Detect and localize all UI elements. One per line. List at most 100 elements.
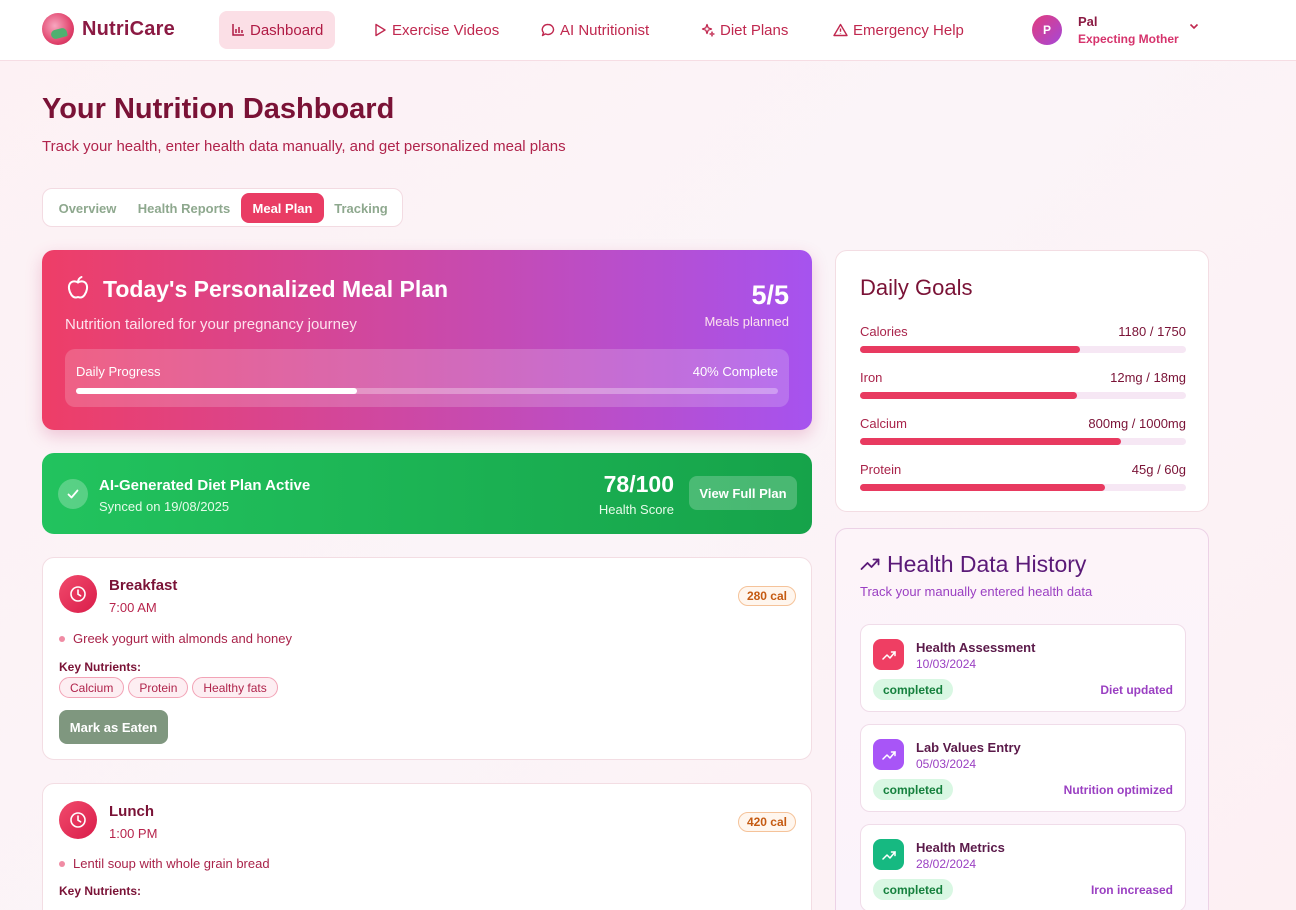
ai-plan-title: AI-Generated Diet Plan Active (99, 477, 311, 494)
nav-dashboard[interactable]: Dashboard (219, 11, 336, 49)
mark-as-eaten-button[interactable]: Mark as Eaten (59, 710, 168, 744)
meal-name: Lunch (109, 803, 154, 820)
nav-exercise-videos[interactable]: Exercise Videos (362, 11, 511, 49)
goal-label: Protein (860, 462, 902, 477)
ai-diet-plan-card: AI-Generated Diet Plan Active Synced on … (42, 453, 812, 534)
goal-protein: Protein 45g / 60g (860, 462, 1186, 492)
trending-up-icon (873, 839, 904, 870)
history-item-result: Diet updated (1100, 683, 1173, 697)
trending-up-icon (873, 639, 904, 670)
meal-food-item: Lentil soup with whole grain bread (59, 856, 270, 871)
meal-card-breakfast: Breakfast 7:00 AM 280 cal Greek yogurt w… (42, 557, 812, 760)
goal-track (860, 484, 1186, 491)
key-nutrients-label: Key Nutrients: (59, 660, 142, 674)
history-item-date: 05/03/2024 (916, 757, 977, 771)
nutrient-chip: Protein (128, 677, 189, 698)
nutrient-chip: Healthy fats (192, 677, 278, 698)
goal-value: 1180 / 1750 (1118, 324, 1186, 339)
nav-ai-nutritionist[interactable]: AI Nutritionist (529, 11, 661, 49)
status-badge: completed (873, 779, 954, 800)
nutrient-chips: Calcium Protein Healthy fats (59, 677, 282, 698)
health-score: 78/100 (603, 471, 674, 497)
goal-track (860, 438, 1186, 445)
play-icon (375, 23, 386, 37)
nav-emergency-help-label: Emergency Help (853, 21, 964, 39)
chat-bubble-icon (541, 23, 555, 37)
avatar: P (1032, 15, 1062, 45)
chevron-down-icon[interactable] (1188, 20, 1200, 32)
nav-diet-plans[interactable]: Diet Plans (689, 11, 800, 49)
hero-subtitle: Nutrition tailored for your pregnancy jo… (65, 316, 357, 333)
warning-icon (833, 23, 848, 37)
logo-icon (42, 13, 74, 45)
bullet-icon (59, 860, 65, 867)
goal-track (860, 392, 1186, 399)
goal-calories: Calories 1180 / 1750 (860, 324, 1186, 354)
trending-up-icon (860, 558, 880, 570)
history-item[interactable]: Lab Values Entry 05/03/2024 completed Nu… (860, 724, 1186, 812)
bullet-icon (59, 635, 65, 642)
health-score-label: Health Score (598, 502, 674, 517)
meal-food-text: Lentil soup with whole grain bread (73, 856, 270, 871)
history-item-result: Nutrition optimized (1063, 783, 1173, 797)
daily-goals-title: Daily Goals (860, 275, 973, 300)
progress-track (76, 388, 778, 394)
logo[interactable]: NutriCare (42, 13, 175, 45)
history-item-date: 10/03/2024 (916, 657, 977, 671)
status-badge: completed (873, 679, 954, 700)
status-badge: completed (873, 879, 954, 900)
clock-icon (59, 575, 97, 613)
tab-health-reports[interactable]: Health Reports (131, 193, 237, 223)
history-title: Health Data History (887, 551, 1087, 577)
goal-track (860, 346, 1186, 353)
goal-fill (860, 346, 1080, 353)
meal-plan-hero: Today's Personalized Meal Plan Nutrition… (42, 250, 812, 430)
goal-value: 12mg / 18mg (1110, 370, 1186, 385)
sparkles-icon (701, 23, 715, 37)
brand-name: NutriCare (82, 17, 175, 40)
calorie-badge: 280 cal (737, 586, 796, 606)
goal-label: Calories (860, 324, 908, 339)
goal-label: Iron (860, 370, 883, 385)
nav-diet-plans-label: Diet Plans (720, 21, 789, 39)
user-name: Pal (1078, 14, 1098, 29)
meal-name: Breakfast (109, 577, 178, 594)
goal-value: 45g / 60g (1131, 462, 1186, 477)
tab-tracking[interactable]: Tracking (327, 193, 395, 223)
goal-calcium: Calcium 800mg / 1000mg (860, 416, 1186, 446)
goal-fill (860, 392, 1078, 399)
tab-overview[interactable]: Overview (47, 193, 128, 223)
view-full-plan-button[interactable]: View Full Plan (689, 476, 797, 510)
history-item-title: Health Metrics (916, 840, 1005, 855)
clock-icon (59, 801, 97, 839)
calorie-badge: 420 cal (737, 812, 796, 832)
history-item[interactable]: Health Assessment 10/03/2024 completed D… (860, 624, 1186, 712)
tab-bar: Overview Health Reports Meal Plan Tracki… (42, 188, 403, 227)
key-nutrients-label: Key Nutrients: (59, 884, 142, 898)
progress-percent: 40% Complete (692, 364, 778, 379)
daily-progress: Daily Progress 40% Complete (65, 349, 789, 407)
page-title: Your Nutrition Dashboard (42, 93, 395, 125)
bar-chart-icon (232, 24, 244, 36)
meals-count-label: Meals planned (704, 314, 789, 329)
nav-dashboard-label: Dashboard (250, 21, 324, 39)
history-item[interactable]: Health Metrics 28/02/2024 completed Iron… (860, 824, 1186, 910)
goal-fill (860, 438, 1121, 445)
check-icon (58, 479, 88, 509)
user-menu[interactable]: P Pal Expecting Mother (1032, 14, 1199, 46)
goal-value: 800mg / 1000mg (1088, 416, 1186, 431)
trending-up-icon (873, 739, 904, 770)
goal-fill (860, 484, 1105, 491)
history-subtitle: Track your manually entered health data (860, 584, 1093, 599)
history-item-title: Health Assessment (916, 640, 1036, 655)
daily-goals-card: Daily Goals Calories 1180 / 1750 Iron 12… (835, 250, 1209, 512)
meal-card-lunch: Lunch 1:00 PM 420 cal Lentil soup with w… (42, 783, 812, 910)
progress-fill (76, 388, 357, 394)
nav-emergency-help[interactable]: Emergency Help (821, 11, 976, 49)
goal-iron: Iron 12mg / 18mg (860, 370, 1186, 400)
ai-plan-synced: Synced on 19/08/2025 (99, 499, 230, 514)
tab-meal-plan[interactable]: Meal Plan (241, 193, 324, 223)
meal-food-item: Greek yogurt with almonds and honey (59, 631, 292, 646)
meal-food-text: Greek yogurt with almonds and honey (73, 631, 292, 646)
user-role: Expecting Mother (1078, 32, 1179, 46)
